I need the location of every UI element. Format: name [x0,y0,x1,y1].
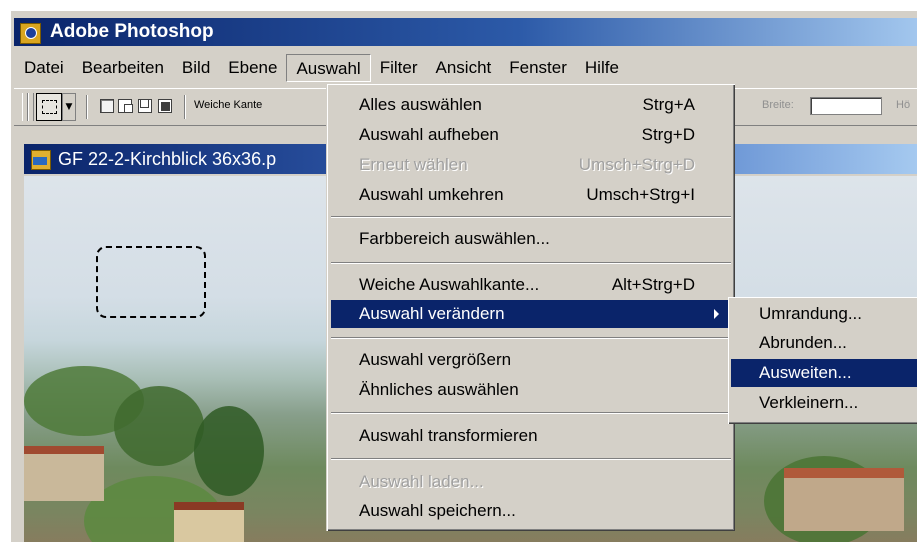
menu-item-similar[interactable]: Ähnliches auswählen [331,376,731,404]
menu-separator [331,412,731,414]
menu-fenster[interactable]: Fenster [500,54,576,82]
menu-item-select-all[interactable]: Alles auswählen Strg+A [331,91,731,119]
image-roof [24,446,104,454]
submenu-arrow-icon [714,309,719,319]
menu-item-reselect: Erneut wählen Umsch+Strg+D [359,155,695,174]
menu-item-save[interactable]: Auswahl speichern... [331,497,731,525]
menu-item-color-range[interactable]: Farbbereich auswählen... [331,225,731,253]
intersect-selection-icon[interactable] [158,99,172,113]
menu-separator [331,262,731,264]
menu-auswahl[interactable]: Auswahl [286,54,371,82]
document-icon [30,148,52,170]
add-to-selection-icon[interactable] [118,99,133,113]
menu-item-feather[interactable]: Weiche Auswahlkante... Alt+Strg+D [331,271,731,299]
menu-item-deselect[interactable]: Auswahl aufheben Strg+D [331,121,731,149]
photoshop-app-icon [20,21,42,44]
new-selection-icon[interactable] [100,99,114,113]
auswahl-menu: Alles auswählen Strg+A Auswahl aufheben … [326,83,735,531]
width-label: Breite: [762,99,794,111]
image-tree [194,406,264,496]
menu-item-inverse[interactable]: Auswahl umkehren Umsch+Strg+I [331,181,731,209]
menu-bearbeiten[interactable]: Bearbeiten [73,54,173,82]
submenu-item-smooth[interactable]: Abrunden... [731,329,917,357]
document-title: GF 22-2-Kirchblick 36x36.p [58,148,277,169]
submenu-item-contract[interactable]: Verkleinern... [731,389,917,417]
width-input[interactable] [810,97,882,115]
image-building [784,476,904,531]
menu-item-modify[interactable]: Auswahl verändern [331,300,731,328]
toolbar-separator [184,95,186,119]
menu-separator [331,216,731,218]
menu-ebene[interactable]: Ebene [219,54,286,82]
menubar: Datei Bearbeiten Bild Ebene Auswahl Filt… [14,54,917,82]
image-roof [784,468,904,478]
app-title: Adobe Photoshop [50,21,214,42]
subtract-from-selection-icon[interactable] [138,99,152,113]
image-roof [174,502,244,510]
menu-separator [331,337,731,339]
menu-hilfe[interactable]: Hilfe [576,54,628,82]
image-building [24,451,104,501]
image-tree [114,386,204,466]
modify-submenu: Umrandung... Abrunden... Ausweiten... Ve… [728,297,917,424]
menu-bild[interactable]: Bild [173,54,219,82]
submenu-item-border[interactable]: Umrandung... [731,300,917,328]
toolbar-separator [86,95,88,119]
feather-label: Weiche Kante [194,99,263,111]
menu-item-grow[interactable]: Auswahl vergrößern [331,346,731,374]
menu-datei[interactable]: Datei [14,54,73,82]
menu-filter[interactable]: Filter [371,54,427,82]
toolbar-grip-2[interactable] [28,93,34,121]
submenu-item-expand[interactable]: Ausweiten... [731,359,917,387]
menu-separator [331,458,731,460]
marquee-selection[interactable] [96,246,206,318]
image-building [174,506,244,542]
app-titlebar[interactable]: Adobe Photoshop [14,18,917,46]
rect-marquee-tool-icon[interactable] [36,93,62,121]
menu-ansicht[interactable]: Ansicht [427,54,501,82]
height-label: Hö [896,99,911,111]
tool-preset-dropdown[interactable]: ▼ [62,93,76,121]
menu-item-transform[interactable]: Auswahl transformieren [331,422,731,450]
screen: Adobe Photoshop Datei Bearbeiten Bild Eb… [0,0,917,542]
menu-item-load: Auswahl laden... [359,472,484,491]
